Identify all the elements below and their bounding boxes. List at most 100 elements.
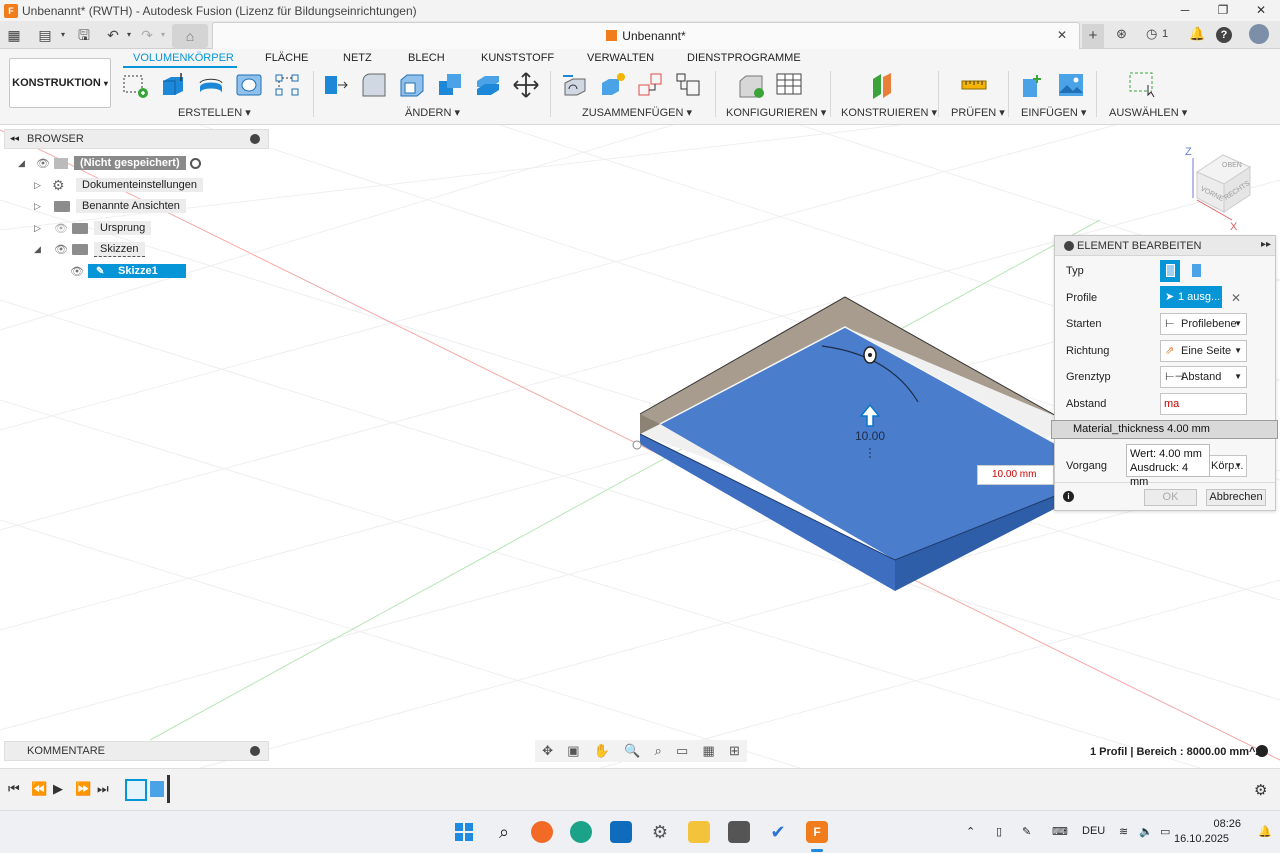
expanded-triangle-icon[interactable]: ◢ [34, 244, 44, 255]
job-status-icon[interactable]: ◷ [1146, 26, 1157, 42]
minimize-icon[interactable]: ─ [1166, 0, 1204, 21]
help-icon[interactable]: ? [1216, 27, 1232, 43]
display-settings-icon[interactable]: ▭ [676, 743, 688, 759]
view-cube[interactable]: OBEN VORNE RECHTS Z X [1185, 146, 1252, 233]
pan-icon[interactable]: ✋ [594, 743, 610, 759]
move-icon[interactable] [512, 71, 540, 99]
distance-input[interactable]: ma [1160, 393, 1247, 415]
timeline-marker[interactable] [167, 775, 170, 803]
tab-flaeche[interactable]: FLÄCHE [265, 52, 308, 64]
info-icon[interactable]: i [1063, 491, 1074, 502]
collapsed-triangle-icon[interactable]: ▷ [34, 223, 44, 234]
insert-derive-icon[interactable] [1019, 71, 1047, 99]
file-explorer-icon[interactable] [688, 821, 710, 843]
tab-volumenkoerper[interactable]: VOLUMENKÖRPER [133, 52, 234, 64]
keyboard-icon[interactable]: ⌨ [1052, 825, 1068, 838]
group-einfuegen[interactable]: EINFÜGEN ▾ [1021, 106, 1086, 119]
config-table-icon[interactable] [775, 71, 803, 99]
offset-face-icon[interactable] [474, 71, 502, 99]
direction-select[interactable]: ⇗ Eine Seite ▼ [1160, 340, 1247, 362]
start-select[interactable]: ⊢ Profilebene ▼ [1160, 313, 1247, 335]
timeline-settings-icon[interactable]: ⚙ [1254, 781, 1267, 799]
tree-item-benannte-ansichten[interactable]: ▷ Benannte Ansichten [34, 197, 186, 215]
home-button[interactable]: ⌂ [172, 24, 208, 48]
maximize-icon[interactable]: ❐ [1204, 0, 1242, 21]
tab-kunststoff[interactable]: KUNSTSTOFF [481, 52, 554, 64]
add-comment-icon[interactable] [250, 746, 260, 756]
new-tab-button[interactable]: + [1082, 24, 1104, 48]
clear-selection-icon[interactable]: ✕ [1231, 291, 1241, 305]
language-indicator[interactable]: DEU [1082, 825, 1105, 837]
battery-icon[interactable]: ▭ [1160, 825, 1170, 838]
group-konfigurieren[interactable]: KONFIGURIEREN ▾ [726, 106, 826, 119]
extrude-icon[interactable] [159, 71, 187, 99]
activate-radio-icon[interactable] [189, 157, 201, 169]
wifi-icon[interactable]: ≋ [1119, 825, 1128, 838]
undo-dropdown-icon[interactable]: ▾ [120, 26, 138, 44]
orbit-icon[interactable]: ✥ [542, 743, 553, 759]
group-zusammenfuegen[interactable]: ZUSAMMENFÜGEN ▾ [582, 106, 692, 119]
ok-button[interactable]: OK [1144, 489, 1197, 506]
combine-icon[interactable] [436, 71, 464, 99]
insert-canvas-icon[interactable] [1057, 71, 1085, 99]
hidden-eye-icon[interactable]: 👁 [54, 222, 68, 235]
extensions-icon[interactable]: ⊛ [1116, 26, 1127, 42]
collapsed-triangle-icon[interactable]: ▷ [34, 201, 44, 212]
save-icon[interactable]: 🖫 [75, 26, 93, 44]
step-forward-icon[interactable]: ⏩ [75, 781, 91, 797]
todo-icon[interactable]: ✔ [767, 821, 789, 843]
play-icon[interactable]: ▶ [53, 781, 63, 797]
group-konstruieren[interactable]: KONSTRUIEREN ▾ [841, 106, 937, 119]
type-solid-button[interactable] [1160, 260, 1180, 282]
expand-icon[interactable]: ▸▸ [1261, 239, 1271, 250]
go-to-end-icon[interactable]: ⏭ [97, 781, 109, 797]
redo-dropdown-icon[interactable]: ▾ [154, 26, 172, 44]
timeline-extrude-item[interactable] [150, 781, 164, 797]
grid-menu-icon[interactable]: ▦ [5, 26, 23, 44]
tab-blech[interactable]: BLECH [408, 52, 445, 64]
collapse-left-icon[interactable]: ◂◂ [10, 133, 19, 144]
shell-icon[interactable] [398, 71, 426, 99]
dialog-header[interactable]: ELEMENT BEARBEITEN ▸▸ [1055, 236, 1275, 256]
fusion-taskbar-icon[interactable]: F [806, 821, 828, 843]
tree-item-skizze1[interactable]: 👁 ✎ Skizze1 [70, 262, 186, 280]
configure-icon[interactable] [737, 71, 765, 99]
calculator-icon[interactable] [728, 821, 750, 843]
pattern-icon[interactable] [273, 71, 301, 99]
look-at-icon[interactable]: ▣ [567, 743, 579, 759]
eye-icon[interactable]: 👁 [54, 243, 68, 256]
document-tab[interactable]: Unbenannt* ✕ [212, 22, 1080, 49]
go-to-start-icon[interactable]: ⏮ [8, 781, 20, 797]
extent-select[interactable]: ⊢⊣ Abstand ▼ [1160, 366, 1247, 388]
start-icon[interactable] [453, 821, 475, 843]
tab-netz[interactable]: NETZ [343, 52, 372, 64]
timeline-sketch-item[interactable] [125, 779, 147, 801]
file-menu-icon[interactable]: ▤ [36, 26, 54, 44]
tray-overflow-icon[interactable]: ⌃ [966, 825, 975, 838]
cancel-button[interactable]: Abbrechen [1206, 489, 1266, 506]
type-thin-button[interactable] [1186, 260, 1206, 282]
group-aendern[interactable]: ÄNDERN ▾ [405, 106, 460, 119]
tree-item-ursprung[interactable]: ▷ 👁 Ursprung [34, 219, 152, 237]
profile-selection-button[interactable]: ➤ 1 ausg... [1160, 286, 1222, 308]
joint-icon[interactable] [599, 71, 627, 99]
tree-item-skizzen[interactable]: ◢ 👁 Skizzen [34, 240, 145, 258]
operation-select[interactable]: Körp... ▼ [1206, 455, 1247, 477]
parameter-suggestion[interactable]: Material_thickness 4.00 mm [1051, 420, 1278, 439]
expanded-triangle-icon[interactable]: ◢ [18, 158, 28, 169]
pen-icon[interactable]: ✎ [1022, 825, 1031, 838]
select-box-icon[interactable] [1128, 71, 1156, 99]
close-icon[interactable]: ✕ [1242, 0, 1280, 21]
usb-icon[interactable]: ▯ [996, 825, 1002, 838]
fit-icon[interactable]: ⌕ [654, 743, 661, 759]
avatar[interactable] [1249, 24, 1269, 44]
group-pruefen[interactable]: PRÜFEN ▾ [951, 106, 1005, 119]
rigid-group-icon[interactable] [675, 71, 703, 99]
outlook-icon[interactable] [610, 821, 632, 843]
group-erstellen[interactable]: ERSTELLEN ▾ [178, 106, 251, 119]
measure-icon[interactable] [960, 71, 988, 99]
fillet-icon[interactable] [360, 71, 388, 99]
volume-icon[interactable]: 🔈 [1139, 825, 1153, 838]
revolve-icon[interactable] [197, 71, 225, 99]
grid-settings-icon[interactable]: ▦ [702, 743, 714, 759]
